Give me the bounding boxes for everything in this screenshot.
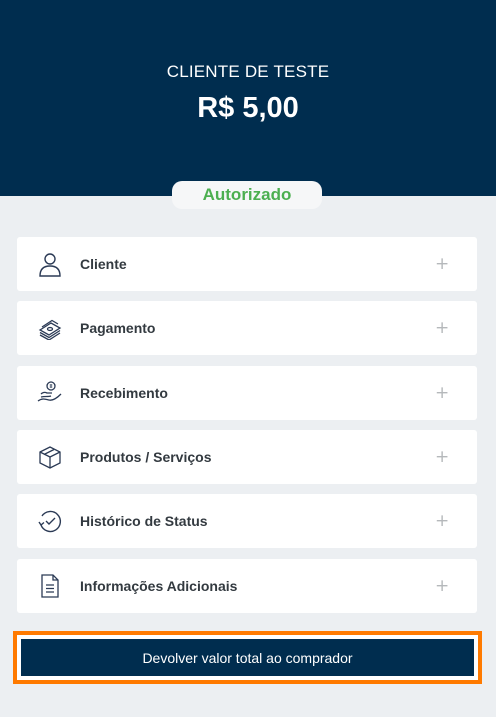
expand-icon[interactable]: + [435, 449, 449, 466]
section-informacoes-adicionais[interactable]: Informações Adicionais + [17, 559, 477, 613]
section-label: Informações Adicionais [80, 578, 238, 594]
expand-icon[interactable]: + [435, 578, 449, 595]
hand-receive-icon [37, 380, 63, 406]
refund-button-highlight: Devolver valor total ao comprador [13, 631, 482, 684]
section-label: Recebimento [80, 385, 168, 401]
status-badge: Autorizado [172, 181, 322, 209]
section-produtos-servicos[interactable]: Produtos / Serviços + [17, 430, 477, 484]
money-stack-icon [37, 315, 63, 341]
section-label: Pagamento [80, 320, 156, 336]
expand-icon[interactable]: + [435, 320, 449, 337]
user-icon [37, 251, 63, 277]
section-historico-status[interactable]: Histórico de Status + [17, 494, 477, 548]
expand-icon[interactable]: + [435, 256, 449, 273]
section-cliente[interactable]: Cliente + [17, 237, 477, 291]
section-pagamento[interactable]: Pagamento + [17, 301, 477, 355]
expand-icon[interactable]: + [435, 385, 449, 402]
client-name: CLIENTE DE TESTE [166, 62, 330, 81]
document-icon [37, 573, 63, 599]
history-icon [37, 508, 63, 534]
refund-full-button[interactable]: Devolver valor total ao comprador [21, 639, 474, 676]
header: CLIENTE DE TESTE R$ 5,00 [0, 0, 496, 196]
section-label: Histórico de Status [80, 513, 208, 529]
section-label: Cliente [80, 256, 127, 272]
section-recebimento[interactable]: Recebimento + [17, 366, 477, 420]
box-icon [37, 444, 63, 470]
section-label: Produtos / Serviços [80, 449, 212, 465]
expand-icon[interactable]: + [435, 513, 449, 530]
transaction-amount: R$ 5,00 [197, 92, 299, 124]
